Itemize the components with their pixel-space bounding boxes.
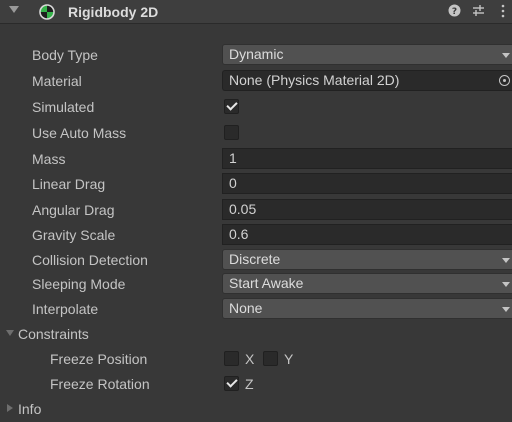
constraints-label[interactable]: Constraints [18,326,89,342]
use-auto-mass-label: Use Auto Mass [32,125,127,141]
component-title: Rigidbody 2D [68,4,159,20]
material-row: Material None (Physics Material 2D) [0,68,512,93]
interpolate-label: Interpolate [32,301,99,317]
freeze-rotation-z-label: Z [245,376,254,392]
simulated-checkbox[interactable] [224,99,239,114]
foldout-arrow-icon[interactable] [6,330,14,336]
freeze-position-y-label: Y [284,351,294,367]
body-type-dropdown[interactable]: Dynamic [222,44,512,65]
body-type-value: Dynamic [229,46,284,62]
freeze-rotation-z-checkbox[interactable] [224,376,239,391]
svg-text:?: ? [452,7,457,17]
collision-detection-label: Collision Detection [32,252,148,268]
kebab-menu-icon[interactable] [500,4,506,21]
linear-drag-label[interactable]: Linear Drag [32,176,105,192]
collision-detection-dropdown[interactable]: Discrete [222,249,512,270]
component-header[interactable]: Rigidbody 2D ? [0,0,512,24]
mass-field[interactable]: 1 [222,148,512,169]
use-auto-mass-row: Use Auto Mass [0,120,512,145]
mass-row: Mass 1 [0,146,512,171]
collision-detection-value: Discrete [229,251,281,267]
gravity-scale-row: Gravity Scale 0.6 [0,222,512,247]
collapse-arrow-icon[interactable] [9,6,19,13]
freeze-rotation-row: Freeze Rotation Z [0,371,512,396]
sleeping-mode-row: Sleeping Mode Start Awake [0,271,512,296]
gravity-scale-field[interactable]: 0.6 [222,224,512,245]
simulated-row: Simulated [0,94,512,119]
rigidbody2d-inspector: Rigidbody 2D ? Body Type Dynamic Materia… [0,0,512,422]
freeze-position-x-checkbox[interactable] [224,351,239,366]
constraints-foldout[interactable]: Constraints [0,321,512,346]
gravity-scale-label[interactable]: Gravity Scale [32,227,115,243]
checkmark-icon [226,99,238,111]
freeze-position-label: Freeze Position [50,351,148,367]
linear-drag-row: Linear Drag 0 [0,171,512,196]
material-object-field[interactable]: None (Physics Material 2D) [222,70,512,91]
info-foldout[interactable]: Info [0,396,512,421]
presets-icon[interactable] [472,4,485,20]
material-label: Material [32,73,82,89]
checkmark-icon [226,376,238,388]
freeze-rotation-label: Freeze Rotation [50,376,150,392]
dropdown-arrow-icon [502,307,510,312]
sleeping-mode-label: Sleeping Mode [32,276,126,292]
object-picker-icon[interactable] [499,75,510,86]
simulated-label: Simulated [32,99,95,115]
interpolate-value: None [229,300,263,316]
material-value: None (Physics Material 2D) [229,72,400,88]
dropdown-arrow-icon [502,258,510,263]
collision-detection-row: Collision Detection Discrete [0,247,512,272]
angular-drag-label[interactable]: Angular Drag [32,202,115,218]
help-icon[interactable]: ? [448,4,461,20]
freeze-position-x-label: X [245,351,255,367]
freeze-position-y-checkbox[interactable] [263,351,278,366]
angular-drag-field[interactable]: 0.05 [222,199,512,220]
sleeping-mode-value: Start Awake [229,275,304,291]
rigidbody2d-icon [39,4,55,20]
linear-drag-field[interactable]: 0 [222,173,512,194]
body-type-label: Body Type [32,47,98,63]
foldout-arrow-icon[interactable] [7,404,13,412]
mass-label[interactable]: Mass [32,151,65,167]
interpolate-row: Interpolate None [0,296,512,321]
body-type-row: Body Type Dynamic [0,42,512,67]
dropdown-arrow-icon [502,53,510,58]
use-auto-mass-checkbox[interactable] [224,125,239,140]
freeze-position-row: Freeze Position X Y [0,346,512,371]
angular-drag-row: Angular Drag 0.05 [0,197,512,222]
interpolate-dropdown[interactable]: None [222,298,512,319]
info-label[interactable]: Info [18,401,41,417]
sleeping-mode-dropdown[interactable]: Start Awake [222,273,512,294]
dropdown-arrow-icon [502,282,510,287]
